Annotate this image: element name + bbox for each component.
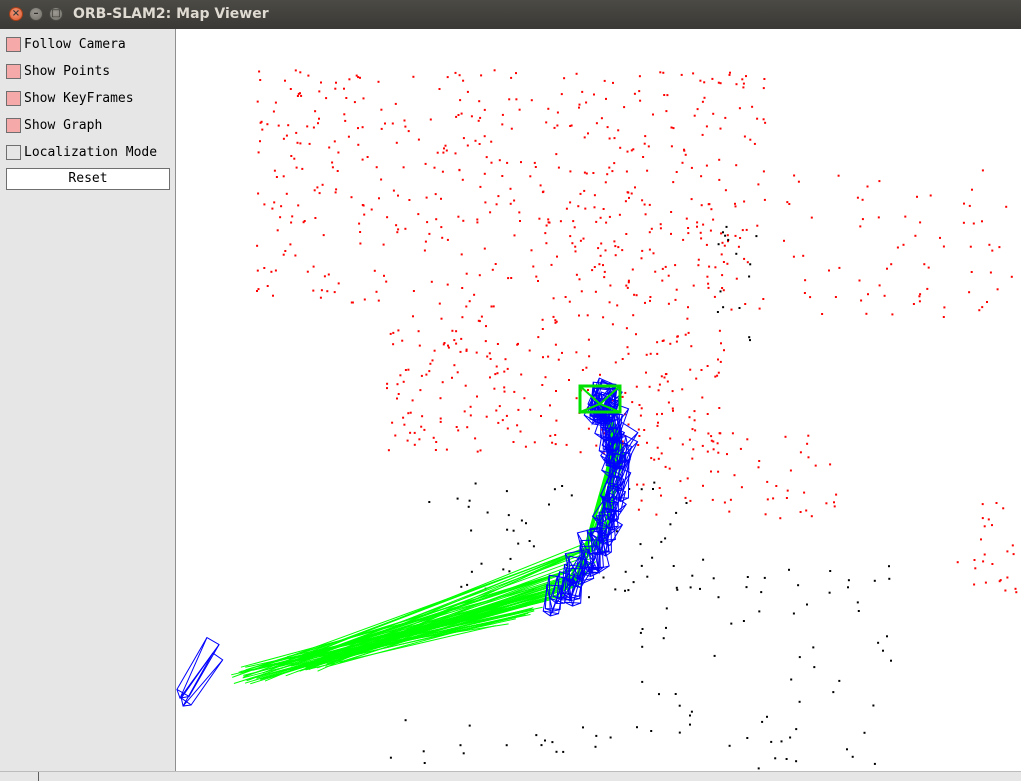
title-bar: × – □ ORB-SLAM2: Map Viewer xyxy=(0,0,1021,30)
map-3d-view[interactable] xyxy=(176,29,1021,771)
show-points-option[interactable]: Show Points xyxy=(6,62,110,80)
show-keyframes-option[interactable]: Show KeyFrames xyxy=(6,89,134,107)
show-points-checkbox[interactable] xyxy=(6,64,21,79)
follow-camera-option[interactable]: Follow Camera xyxy=(6,35,126,53)
map-viewport[interactable] xyxy=(176,29,1021,771)
close-icon[interactable]: × xyxy=(9,7,23,21)
maximize-icon[interactable]: □ xyxy=(49,7,63,21)
follow-camera-label: Follow Camera xyxy=(24,37,126,52)
show-keyframes-label: Show KeyFrames xyxy=(24,91,134,106)
keyframe-trajectory xyxy=(176,378,638,709)
show-graph-option[interactable]: Show Graph xyxy=(6,116,102,134)
localization-mode-label: Localization Mode xyxy=(24,145,157,160)
window-title: ORB-SLAM2: Map Viewer xyxy=(73,6,269,23)
reset-button[interactable]: Reset xyxy=(6,168,170,190)
show-points-label: Show Points xyxy=(24,64,110,79)
localization-mode-checkbox[interactable] xyxy=(6,145,21,160)
map-points xyxy=(256,69,1017,593)
localization-mode-option[interactable]: Localization Mode xyxy=(6,143,157,161)
show-keyframes-checkbox[interactable] xyxy=(6,91,21,106)
control-panel: Follow Camera Show Points Show KeyFrames… xyxy=(0,29,176,771)
follow-camera-checkbox[interactable] xyxy=(6,37,21,52)
show-graph-checkbox[interactable] xyxy=(6,118,21,133)
minimize-icon[interactable]: – xyxy=(29,7,43,21)
covisibility-graph-edges xyxy=(231,396,625,684)
reference-map-points xyxy=(390,226,892,770)
show-graph-label: Show Graph xyxy=(24,118,102,133)
